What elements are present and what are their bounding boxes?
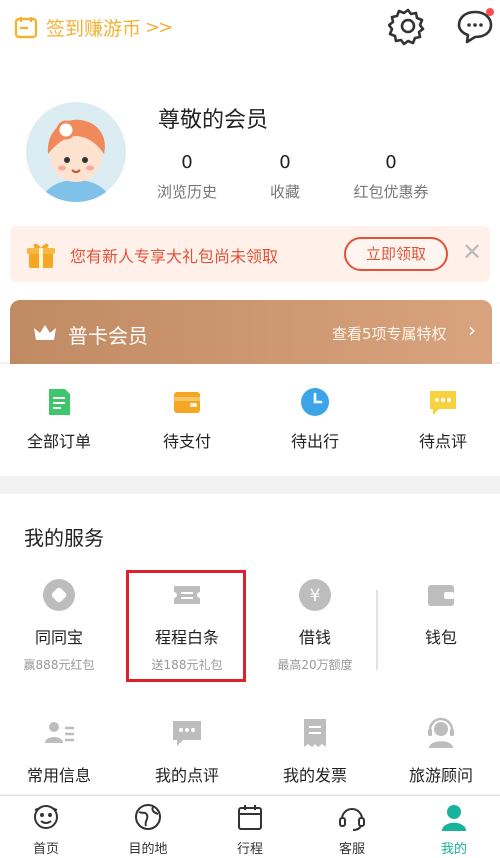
checkin-button[interactable]: 签到赚游币 >> [14, 12, 173, 42]
divider [376, 590, 384, 670]
tab-home[interactable]: 首页 [6, 802, 86, 857]
stat-value: 0 [385, 152, 397, 173]
service-travel-advisor[interactable]: 旅游顾问 [386, 716, 496, 786]
claim-now-button[interactable]: 立即领取 [344, 237, 448, 271]
home-mascot-icon [34, 805, 58, 829]
avatar[interactable] [26, 102, 126, 202]
order-pending-payment[interactable]: 待支付 [132, 386, 242, 452]
checkin-label: 签到赚游币 [46, 17, 142, 40]
tab-label: 首页 [32, 842, 59, 857]
crown-icon [34, 325, 56, 340]
invoice-icon [304, 719, 326, 747]
wallet-icon [428, 585, 454, 606]
stat-history[interactable]: 0 浏览历史 [132, 152, 242, 202]
vip-card[interactable]: 普卡会员 查看5项专属特权 › [10, 300, 492, 364]
stat-label: 红包优惠券 [353, 183, 429, 201]
close-icon[interactable]: ✕ [462, 238, 482, 266]
calendar-icon [238, 805, 262, 830]
avatar-illustration [42, 119, 110, 202]
bottom-tab-bar: 首页 目的地 行程 客服 我的 [0, 795, 500, 858]
clock-icon [301, 388, 329, 416]
highlight-box [126, 570, 246, 682]
member-name: 尊敬的会员 [158, 108, 269, 133]
orders-row: 全部订单 待支付 待出行 待点评 [0, 364, 500, 476]
service-label: 旅游顾问 [408, 766, 473, 785]
promo-text: 您有新人专享大礼包尚未领取 [70, 247, 279, 266]
notification-dot [486, 8, 494, 16]
document-icon [49, 389, 70, 415]
service-label: 常用信息 [26, 766, 91, 785]
tab-label: 我的 [440, 842, 467, 857]
gift-icon [27, 243, 55, 268]
service-label: 钱包 [424, 628, 457, 647]
order-pending-review[interactable]: 待点评 [388, 386, 498, 452]
service-wallet[interactable]: 钱包 [386, 578, 496, 648]
headset-icon [339, 808, 365, 831]
service-label: 我的发票 [282, 766, 347, 785]
comment-icon [430, 391, 456, 415]
order-label: 全部订单 [26, 432, 91, 451]
tab-customer-service[interactable]: 客服 [312, 802, 392, 857]
order-all[interactable]: 全部订单 [4, 386, 114, 452]
comment-icon [173, 721, 201, 746]
vip-title: 普卡会员 [68, 324, 148, 348]
contact-card-icon [45, 722, 74, 743]
stat-label: 浏览历史 [156, 183, 217, 201]
calendar-checkin-icon [14, 17, 38, 39]
gear-icon[interactable] [388, 6, 428, 46]
globe-icon [135, 804, 161, 830]
top-bar: 签到赚游币 >> [0, 0, 500, 62]
service-label: 同同宝 [34, 628, 83, 647]
wallet-icon [174, 392, 200, 413]
tab-mine[interactable]: 我的 [414, 802, 494, 857]
stat-value: 0 [279, 152, 291, 173]
stat-label: 收藏 [269, 183, 300, 201]
service-sublabel: 赢888元红包 [23, 658, 95, 672]
tab-label: 行程 [236, 842, 263, 857]
new-user-promo-banner: 您有新人专享大礼包尚未领取 立即领取 ✕ [10, 226, 490, 282]
double-chevron-icon: >> [145, 16, 173, 38]
stat-favorites[interactable]: 0 收藏 [230, 152, 340, 202]
user-icon [442, 805, 466, 831]
service-sublabel: 最高20万额度 [277, 658, 353, 672]
service-tongtongbao[interactable]: 同同宝 赢888元红包 [4, 578, 114, 673]
headset-advisor-icon [428, 717, 454, 748]
order-label: 待点评 [418, 432, 467, 451]
tab-destination[interactable]: 目的地 [108, 802, 188, 857]
service-borrow[interactable]: ¥ 借钱 最高20万额度 [260, 578, 370, 673]
stat-coupons[interactable]: 0 红包优惠券 [336, 152, 446, 202]
service-my-invoices[interactable]: 我的发票 [260, 716, 370, 786]
service-common-info[interactable]: 常用信息 [4, 716, 114, 786]
chevron-right-icon: › [468, 318, 476, 342]
stat-value: 0 [181, 152, 193, 173]
tab-itinerary[interactable]: 行程 [210, 802, 290, 857]
service-label: 我的点评 [154, 766, 219, 785]
order-label: 待支付 [162, 432, 211, 451]
vip-privileges-link[interactable]: 查看5项专属特权 [332, 323, 447, 344]
tab-label: 目的地 [128, 842, 168, 857]
message-button[interactable] [454, 6, 496, 46]
yen-icon: ¥ [299, 579, 331, 611]
service-my-reviews[interactable]: 我的点评 [132, 716, 242, 786]
order-label: 待出行 [290, 432, 339, 451]
tab-label: 客服 [338, 842, 365, 857]
services-title: 我的服务 [24, 526, 104, 550]
svg-text:¥: ¥ [310, 586, 321, 606]
coin-icon [43, 579, 75, 611]
service-label: 借钱 [298, 628, 331, 647]
order-pending-travel[interactable]: 待出行 [260, 386, 370, 452]
